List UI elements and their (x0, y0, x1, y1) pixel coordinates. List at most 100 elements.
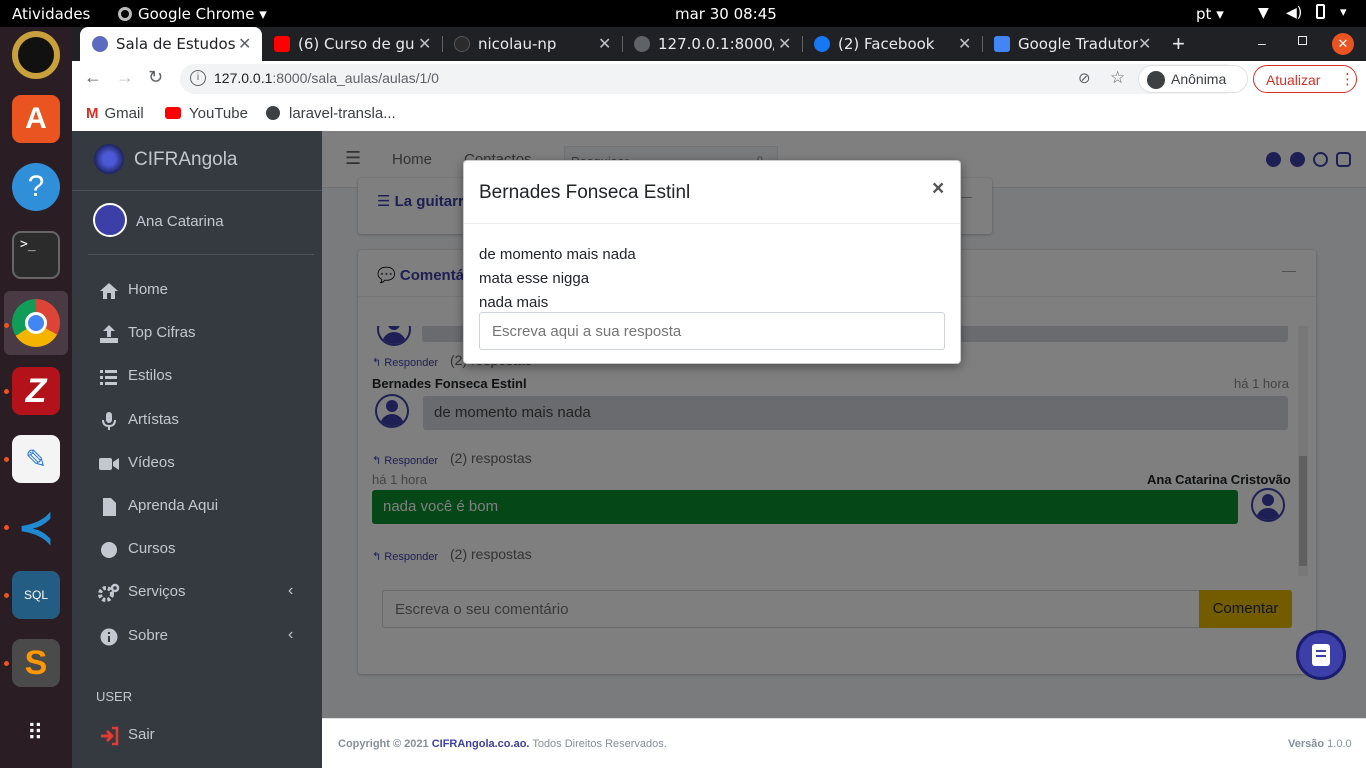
power-menu-icon[interactable]: ▾ (1340, 5, 1347, 20)
language-indicator[interactable]: pt ▾ (1196, 5, 1224, 23)
reply-input[interactable] (479, 312, 945, 350)
help-icon[interactable]: ? (12, 163, 60, 211)
vscode-icon[interactable]: ≺ (12, 503, 60, 551)
footer-brand-link[interactable]: CIFRAngola.co.ao. (432, 738, 530, 750)
nav-label: Sair (128, 726, 155, 743)
mysql-workbench-icon[interactable]: SQL (12, 571, 60, 619)
tab-nicolau-np[interactable]: nicolau-np ✕ (442, 27, 622, 61)
close-icon[interactable]: ✕ (238, 34, 251, 53)
page-footer: Copyright © 2021 CIFRAngola.co.ao. Todos… (322, 718, 1366, 768)
user-name[interactable]: Ana Catarina (136, 213, 224, 230)
sublime-text-icon[interactable]: S (12, 639, 60, 687)
tab-localhost[interactable]: 127.0.0.1:8000/re ✕ (622, 27, 802, 61)
minimize-icon[interactable]: – (1258, 35, 1266, 51)
nav-label: Aprenda Aqui (128, 497, 219, 514)
app-menu[interactable]: Google Chrome ▾ (118, 5, 267, 23)
bookmark-laravel[interactable]: laravel-transla... (266, 105, 396, 122)
reply-line: de momento mais nada (479, 246, 636, 263)
microphone-icon (98, 411, 120, 431)
running-indicator (4, 323, 9, 328)
tab-label: (2) Facebook (838, 35, 935, 53)
bookmark-label: Gmail (104, 105, 144, 122)
logout-icon (98, 726, 120, 746)
nav-item-videos[interactable]: Vídeos (72, 444, 322, 484)
nav-item-sair[interactable]: Sair (72, 716, 322, 756)
show-apps-icon[interactable]: ⠿ (12, 711, 60, 759)
info-icon[interactable]: i (190, 70, 206, 86)
wifi-icon[interactable]: ▼ (1258, 5, 1269, 21)
close-icon[interactable]: ✕ (958, 34, 971, 53)
update-button[interactable]: Atualizar ⋮ (1253, 65, 1357, 93)
toolbar: ← → ↻ i 127.0.0.1:8000/sala_aulas/aulas/… (72, 61, 1366, 97)
video-icon (98, 454, 120, 474)
nav-item-sobre[interactable]: Sobre ‹ (72, 617, 322, 657)
file-icon (98, 497, 120, 517)
software-center-icon[interactable]: A (12, 95, 60, 143)
eye-off-icon[interactable]: ⊘ (1078, 69, 1091, 87)
star-icon[interactable]: ☆ (1110, 68, 1125, 88)
window-close-icon[interactable]: ✕ (1332, 33, 1354, 55)
github-favicon (454, 36, 470, 52)
nav-item-top-cifras[interactable]: Top Cifras (72, 314, 322, 354)
volume-icon[interactable]: ◀) (1286, 5, 1302, 21)
tab-label: Google Tradutor (1018, 35, 1138, 53)
nav-item-estilos[interactable]: Estilos (72, 357, 322, 397)
close-icon[interactable]: ✕ (598, 34, 611, 53)
user-avatar[interactable] (93, 203, 127, 237)
close-icon[interactable]: ✕ (778, 34, 791, 53)
back-icon[interactable]: ← (84, 67, 102, 88)
forward-icon[interactable]: → (116, 67, 134, 88)
facebook-favicon (814, 36, 830, 52)
nav-item-servicos[interactable]: Serviços ‹ (72, 573, 322, 613)
text-editor-icon[interactable]: ✎ (12, 435, 60, 483)
reply-line: mata esse nigga (479, 270, 590, 287)
bookmark-youtube[interactable]: YouTube (165, 105, 248, 122)
version-number: 1.0.0 (1324, 738, 1352, 750)
modal-close-button[interactable]: × (932, 177, 944, 201)
reply-modal: Bernades Fonseca Estinl × de momento mai… (463, 160, 961, 364)
activities-button[interactable]: Atividades (12, 5, 90, 23)
bookmark-label: laravel-transla... (289, 105, 396, 122)
tab-sala-de-estudos[interactable]: Sala de Estudos ✕ (80, 27, 262, 61)
incognito-icon (1147, 71, 1165, 89)
filezilla-icon[interactable]: Z (12, 367, 60, 415)
caret-down-icon: ▾ (259, 5, 267, 23)
chrome-icon[interactable] (12, 299, 60, 347)
close-icon[interactable]: ✕ (418, 34, 431, 53)
caret-down-icon: ▾ (1216, 5, 1224, 23)
bookmark-gmail[interactable]: M Gmail (86, 105, 144, 122)
incognito-indicator[interactable]: Anônima (1138, 65, 1248, 93)
divider (72, 190, 322, 191)
maximize-icon[interactable] (1298, 36, 1307, 45)
chevron-left-icon: ‹ (288, 582, 294, 599)
translate-favicon (994, 36, 1010, 52)
address-bar[interactable]: i 127.0.0.1:8000/sala_aulas/aulas/1/0 ⊘ … (180, 64, 1248, 94)
sidebar-section-header: USER (96, 689, 133, 704)
nav-item-artistas[interactable]: Artístas (72, 401, 322, 441)
tab-curso-guitarra[interactable]: (6) Curso de guita ✕ (262, 27, 442, 61)
footer-copyright: Copyright © 2021 CIFRAngola.co.ao. Todos… (338, 738, 667, 750)
tab-label: Sala de Estudos (116, 35, 236, 53)
modal-reply-list: de momento mais nada mata esse nigga nad… (479, 243, 636, 315)
floating-action-button[interactable] (1296, 630, 1346, 680)
nav-item-home[interactable]: Home (72, 271, 322, 311)
close-icon[interactable]: ✕ (1138, 34, 1151, 53)
terminal-icon[interactable]: >_ (12, 231, 60, 279)
nav-label: Cursos (128, 540, 176, 557)
brand-name[interactable]: CIFRAngola (134, 149, 238, 171)
tab-facebook[interactable]: (2) Facebook ✕ (802, 27, 982, 61)
new-tab-icon[interactable]: + (1172, 31, 1185, 57)
running-indicator (4, 457, 9, 462)
url-host: 127.0.0.1 (214, 70, 273, 86)
battery-icon[interactable] (1316, 4, 1325, 23)
info-icon (98, 627, 120, 647)
clock[interactable]: mar 30 08:45 (675, 5, 777, 23)
tab-google-tradutor[interactable]: Google Tradutor ✕ (982, 27, 1162, 61)
reload-icon[interactable]: ↻ (148, 67, 163, 88)
nav-label: Estilos (128, 367, 173, 384)
nav-item-aprenda-aqui[interactable]: Aprenda Aqui (72, 487, 322, 527)
nav-item-cursos[interactable]: Cursos (72, 530, 322, 570)
home-icon (98, 281, 120, 301)
rhythmbox-icon[interactable] (12, 31, 60, 79)
more-menu-icon: ⋮ (1340, 71, 1355, 88)
